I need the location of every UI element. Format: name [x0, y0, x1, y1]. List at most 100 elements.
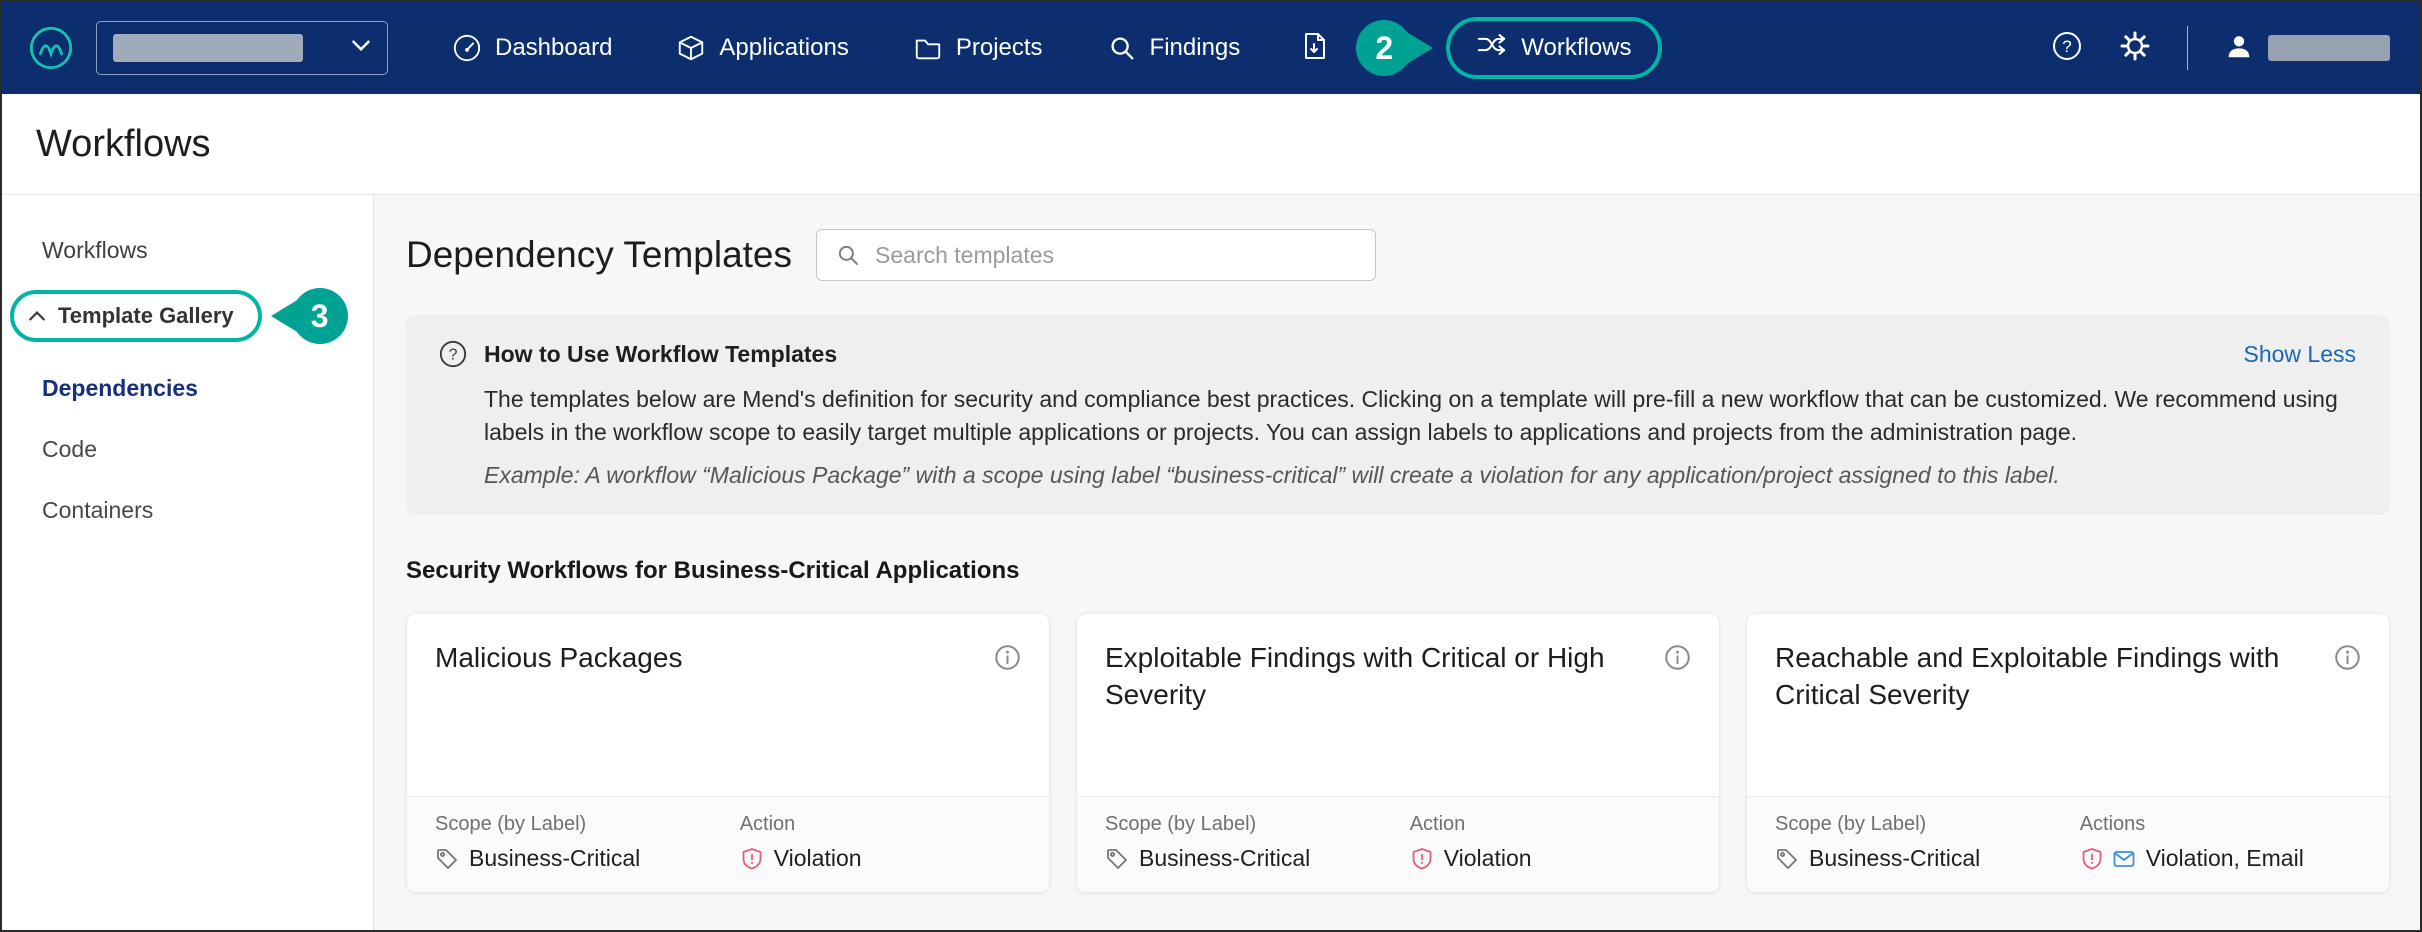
callout-step-3-number: 3 — [311, 298, 329, 335]
svg-text:?: ? — [449, 347, 458, 364]
nav-item-label: Findings — [1150, 34, 1241, 62]
search-templates-input[interactable] — [875, 242, 1357, 269]
template-gallery-row: Template Gallery 3 — [10, 288, 373, 344]
workflows-icon — [1476, 31, 1508, 65]
folder-icon — [913, 33, 943, 63]
callout-step-2: 2 — [1356, 20, 1412, 76]
nav-item-label: Dashboard — [495, 34, 612, 62]
nav-divider — [2187, 26, 2188, 70]
gear-icon[interactable] — [2119, 30, 2151, 67]
info-panel-example: Example: A workflow “Malicious Package” … — [484, 462, 2356, 489]
scope-label: Scope (by Label) — [435, 813, 740, 836]
action-value: Violation — [774, 845, 862, 872]
main-panel: Dependency Templates ? — [374, 195, 2420, 930]
nav-item-projects[interactable]: Projects — [913, 33, 1043, 63]
sidebar-item-label: Code — [42, 436, 97, 462]
sidebar-item-label: Containers — [42, 497, 153, 523]
content-area: Workflows Template Gallery 3 Dependencie… — [2, 194, 2420, 930]
mend-logo-icon[interactable] — [28, 25, 74, 71]
callout-step-2-number: 2 — [1375, 30, 1393, 67]
info-panel-body: The templates below are Mend's definitio… — [484, 383, 2356, 448]
how-to-use-panel: ? How to Use Workflow Templates Show Les… — [406, 315, 2390, 515]
page-title-bar: Workflows — [2, 94, 2420, 194]
sidebar: Workflows Template Gallery 3 Dependencie… — [2, 195, 374, 930]
card-header: Malicious Packages — [407, 614, 1049, 796]
applications-icon — [676, 33, 706, 63]
main-header: Dependency Templates — [406, 229, 2390, 281]
template-card-malicious-packages[interactable]: Malicious Packages Scope (by Label) — [406, 613, 1050, 893]
card-title: Malicious Packages — [435, 640, 682, 796]
user-icon — [2224, 31, 2254, 66]
info-icon[interactable] — [1664, 644, 1691, 796]
scope-label: Scope (by Label) — [1775, 813, 2080, 836]
nav-item-label: Workflows — [1521, 34, 1631, 62]
email-envelope-icon — [2112, 847, 2136, 871]
sidebar-item-workflows[interactable]: Workflows — [2, 223, 373, 278]
org-name-redacted — [113, 34, 303, 62]
tag-icon — [1775, 847, 1799, 871]
search-icon — [835, 242, 861, 268]
help-icon[interactable]: ? — [2051, 30, 2083, 67]
sidebar-item-label: Workflows — [42, 237, 148, 263]
user-menu[interactable] — [2224, 31, 2390, 66]
question-circle-icon: ? — [438, 339, 468, 369]
nav-item-dashboard[interactable]: Dashboard — [452, 33, 612, 63]
sidebar-item-template-gallery[interactable]: Template Gallery — [10, 290, 262, 342]
card-title: Exploitable Findings with Critical or Hi… — [1105, 640, 1646, 796]
chevron-down-icon — [351, 39, 371, 57]
violation-shield-icon — [740, 847, 764, 871]
action-label: Action — [1410, 813, 1532, 836]
top-nav: Dashboard Applications Projects — [2, 2, 2420, 94]
username-redacted — [2268, 35, 2390, 61]
card-title: Reachable and Exploitable Findings with … — [1775, 640, 2316, 796]
card-footer: Scope (by Label) Business-Critical — [1077, 796, 1719, 892]
actions-label: Actions — [2080, 813, 2304, 836]
dependency-templates-title: Dependency Templates — [406, 234, 792, 276]
callout-step-3: 3 — [292, 288, 348, 344]
nav-item-label: Applications — [719, 34, 848, 62]
template-cards-row: Malicious Packages Scope (by Label) — [406, 613, 2390, 893]
magnifier-icon — [1107, 33, 1137, 63]
action-label: Action — [740, 813, 862, 836]
tag-icon — [1105, 847, 1129, 871]
page-title: Workflows — [36, 123, 211, 166]
nav-item-findings[interactable]: Findings — [1107, 33, 1241, 63]
show-less-link[interactable]: Show Less — [2243, 341, 2356, 368]
sidebar-item-label: Template Gallery — [58, 303, 234, 329]
search-box — [816, 229, 1376, 281]
card-footer: Scope (by Label) Business-Critical — [407, 796, 1049, 892]
scope-value: Business-Critical — [469, 845, 640, 872]
info-panel-title: How to Use Workflow Templates — [484, 341, 837, 368]
report-document-icon — [1298, 49, 1330, 66]
card-header: Exploitable Findings with Critical or Hi… — [1077, 614, 1719, 796]
template-gallery-sub-items: Dependencies Code Containers — [2, 358, 373, 541]
chevron-up-icon — [28, 310, 46, 322]
template-card-exploitable-findings[interactable]: Exploitable Findings with Critical or Hi… — [1076, 613, 1720, 893]
template-card-reachable-exploitable[interactable]: Reachable and Exploitable Findings with … — [1746, 613, 2390, 893]
scope-value: Business-Critical — [1809, 845, 1980, 872]
sidebar-item-dependencies[interactable]: Dependencies — [2, 358, 373, 419]
sidebar-item-containers[interactable]: Containers — [2, 480, 373, 541]
nav-item-workflows[interactable]: Workflows — [1446, 17, 1661, 79]
dashboard-icon — [452, 33, 482, 63]
scope-value: Business-Critical — [1139, 845, 1310, 872]
app-window: Dashboard Applications Projects — [0, 0, 2422, 932]
security-workflows-section-title: Security Workflows for Business-Critical… — [406, 557, 2390, 585]
svg-text:?: ? — [2062, 37, 2071, 56]
scope-label: Scope (by Label) — [1105, 813, 1410, 836]
info-icon[interactable] — [2334, 644, 2361, 796]
top-nav-right: ? — [2051, 26, 2390, 70]
info-icon[interactable] — [994, 644, 1021, 796]
violation-shield-icon — [2080, 847, 2104, 871]
actions-value: Violation, Email — [2146, 845, 2304, 872]
nav-item-reports[interactable] — [1298, 30, 1330, 67]
info-panel-header: ? How to Use Workflow Templates Show Les… — [438, 339, 2356, 369]
sidebar-item-code[interactable]: Code — [2, 419, 373, 480]
nav-item-applications[interactable]: Applications — [676, 33, 848, 63]
card-header: Reachable and Exploitable Findings with … — [1747, 614, 2389, 796]
card-footer: Scope (by Label) Business-Critical — [1747, 796, 2389, 892]
tag-icon — [435, 847, 459, 871]
org-selector-dropdown[interactable] — [96, 21, 388, 75]
sidebar-item-label: Dependencies — [42, 375, 198, 401]
primary-nav: Dashboard Applications Projects — [452, 33, 1240, 63]
